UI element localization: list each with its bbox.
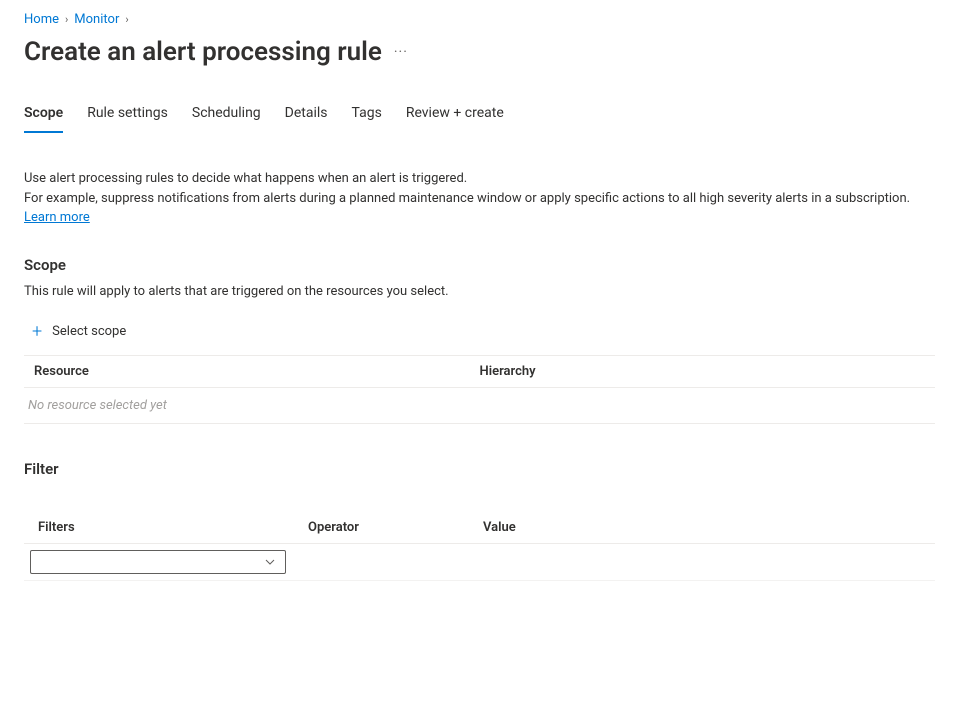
chevron-down-icon <box>265 555 275 568</box>
tab-rule-settings[interactable]: Rule settings <box>87 105 168 133</box>
filter-dropdown[interactable] <box>30 550 286 574</box>
chevron-right-icon: › <box>65 13 68 26</box>
tab-details[interactable]: Details <box>285 105 328 133</box>
breadcrumb: Home › Monitor › <box>24 12 935 27</box>
column-value: Value <box>483 520 921 535</box>
scope-subtext: This rule will apply to alerts that are … <box>24 284 935 299</box>
plus-icon: + <box>32 323 42 341</box>
filter-table-header: Filters Operator Value <box>24 512 935 544</box>
column-operator: Operator <box>308 520 483 535</box>
filter-section: Filter Filters Operator Value <box>24 460 935 581</box>
tab-tags[interactable]: Tags <box>352 105 382 133</box>
description-line2: For example, suppress notifications from… <box>24 191 910 206</box>
description-line1: Use alert processing rules to decide wha… <box>24 171 467 186</box>
select-scope-button[interactable]: + Select scope <box>24 317 935 347</box>
column-resource: Resource <box>34 364 480 379</box>
more-actions-icon[interactable]: ··· <box>394 44 408 60</box>
scope-empty-row: No resource selected yet <box>24 388 935 424</box>
filter-row <box>24 544 935 581</box>
tab-review-create[interactable]: Review + create <box>406 105 504 133</box>
column-filters: Filters <box>38 520 308 535</box>
column-hierarchy: Hierarchy <box>480 364 926 379</box>
breadcrumb-home[interactable]: Home <box>24 12 59 27</box>
tab-scope[interactable]: Scope <box>24 105 63 133</box>
chevron-right-icon: › <box>125 13 128 26</box>
tabs: Scope Rule settings Scheduling Details T… <box>24 105 935 133</box>
description-text: Use alert processing rules to decide wha… <box>24 169 935 228</box>
select-scope-label: Select scope <box>52 324 126 339</box>
scope-section: Scope This rule will apply to alerts tha… <box>24 256 935 424</box>
learn-more-link[interactable]: Learn more <box>24 210 90 225</box>
tab-scheduling[interactable]: Scheduling <box>192 105 261 133</box>
page-title: Create an alert processing rule <box>24 37 382 67</box>
title-row: Create an alert processing rule ··· <box>24 37 935 67</box>
filter-heading: Filter <box>24 460 935 478</box>
scope-heading: Scope <box>24 256 935 274</box>
scope-table-header: Resource Hierarchy <box>24 355 935 388</box>
breadcrumb-monitor[interactable]: Monitor <box>74 12 119 27</box>
